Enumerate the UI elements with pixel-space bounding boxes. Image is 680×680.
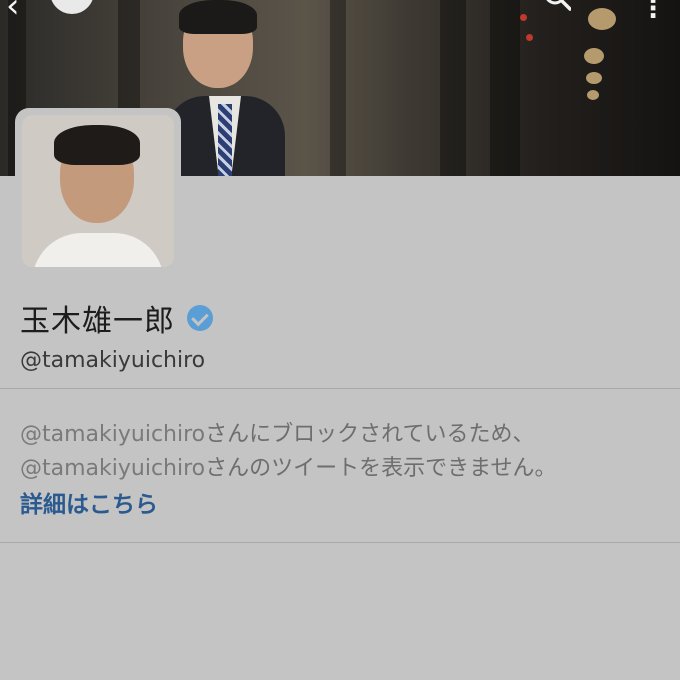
exit-light bbox=[520, 14, 527, 21]
chevron-left-icon[interactable]: ‹ bbox=[6, 0, 20, 26]
avatar[interactable] bbox=[22, 115, 174, 267]
ceiling-light bbox=[584, 48, 604, 64]
exit-light bbox=[526, 34, 533, 41]
divider bbox=[0, 542, 680, 543]
divider bbox=[0, 388, 680, 389]
blocked-handle: @tamakiyuichiro bbox=[20, 456, 206, 481]
ceiling-light bbox=[588, 8, 616, 30]
profile-handle: @tamakiyuichiro bbox=[20, 348, 206, 373]
profile-name: 玉木雄一郎 bbox=[20, 304, 175, 339]
more-vertical-icon[interactable]: ⋮ bbox=[640, 0, 666, 24]
avatar-frame bbox=[15, 108, 181, 274]
ceiling-light bbox=[586, 72, 602, 84]
blocked-message: @tamakiyuichiroさんにブロックされているため、 @tamakiyu… bbox=[20, 418, 556, 486]
ceiling-light bbox=[587, 90, 599, 100]
profile-name-row: 玉木雄一郎 bbox=[20, 296, 213, 340]
learn-more-link[interactable]: 詳細はこちら bbox=[20, 485, 158, 519]
blocked-text: さんのツイートを表示できません。 bbox=[205, 456, 557, 481]
pillar bbox=[330, 0, 346, 176]
home-icon[interactable] bbox=[50, 0, 94, 14]
blocked-text: さんにブロックされているため、 bbox=[205, 422, 535, 447]
pillar bbox=[440, 0, 466, 176]
blocked-handle: @tamakiyuichiro bbox=[20, 422, 206, 447]
header-person-photo bbox=[165, 0, 285, 176]
search-icon[interactable] bbox=[545, 0, 571, 14]
verified-badge-icon bbox=[187, 305, 213, 331]
pillar bbox=[490, 0, 520, 176]
